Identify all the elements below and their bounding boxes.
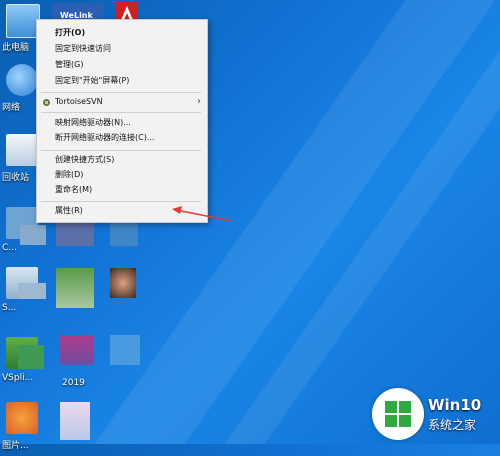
menu-item-rename[interactable]: 重命名(M) [55, 183, 92, 197]
menu-separator [41, 92, 201, 93]
blurred-icon[interactable] [18, 283, 46, 299]
menu-separator [41, 150, 201, 151]
menu-item-delete[interactable]: 删除(D) [55, 168, 83, 182]
watermark-title: Win10 [428, 396, 482, 414]
submenu-chevron-icon: › [197, 96, 201, 107]
menu-item-open[interactable]: 打开(O) [55, 26, 85, 40]
menu-item-tortoisesvn[interactable]: TortoiseSVN [55, 95, 103, 109]
desktop-icon-label: 图片... [2, 441, 29, 451]
menu-item-map-drive[interactable]: 映射网络驱动器(N)... [55, 116, 131, 130]
desktop-icon-label: S... [2, 303, 17, 313]
menu-separator [41, 201, 201, 202]
menu-item-create-shortcut[interactable]: 创建快捷方式(S) [55, 153, 114, 167]
blurred-icon[interactable] [56, 220, 94, 246]
win10-watermark: Win10 系统之家 [364, 382, 500, 444]
blurred-icon[interactable] [110, 268, 136, 298]
desktop-icon-label: 2019 [62, 378, 85, 388]
trash-icon [6, 134, 38, 166]
context-menu: 打开(O) 固定到快速访问 管理(G) 固定到"开始"屏幕(P) Tortois… [36, 19, 208, 223]
blurred-icon[interactable] [60, 402, 90, 440]
tortoisesvn-icon [43, 99, 50, 106]
menu-item-disconnect-drive[interactable]: 断开网络驱动器的连接(C)... [55, 131, 154, 145]
desktop-shortcut[interactable]: 图片... [2, 400, 46, 456]
desktop-icon-label: VSpli... [2, 373, 34, 383]
app-icon [6, 402, 38, 434]
menu-item-properties[interactable]: 属性(R) [55, 204, 83, 218]
blurred-icon[interactable] [18, 345, 44, 369]
watermark-subtitle: 系统之家 [428, 418, 477, 432]
menu-item-pin-start[interactable]: 固定到"开始"屏幕(P) [55, 74, 129, 88]
menu-item-manage[interactable]: 管理(G) [55, 58, 83, 72]
menu-item-pin-quick-access[interactable]: 固定到快速访问 [55, 42, 111, 56]
blurred-icon[interactable] [110, 222, 138, 246]
network-globe-icon [6, 64, 38, 96]
blurred-icon[interactable] [110, 335, 140, 365]
blurred-icon[interactable] [60, 335, 94, 365]
blurred-icon[interactable] [56, 268, 94, 308]
blurred-icon[interactable] [20, 225, 46, 245]
menu-separator [41, 112, 201, 113]
computer-icon [6, 4, 40, 38]
windows-logo-icon [385, 401, 411, 427]
